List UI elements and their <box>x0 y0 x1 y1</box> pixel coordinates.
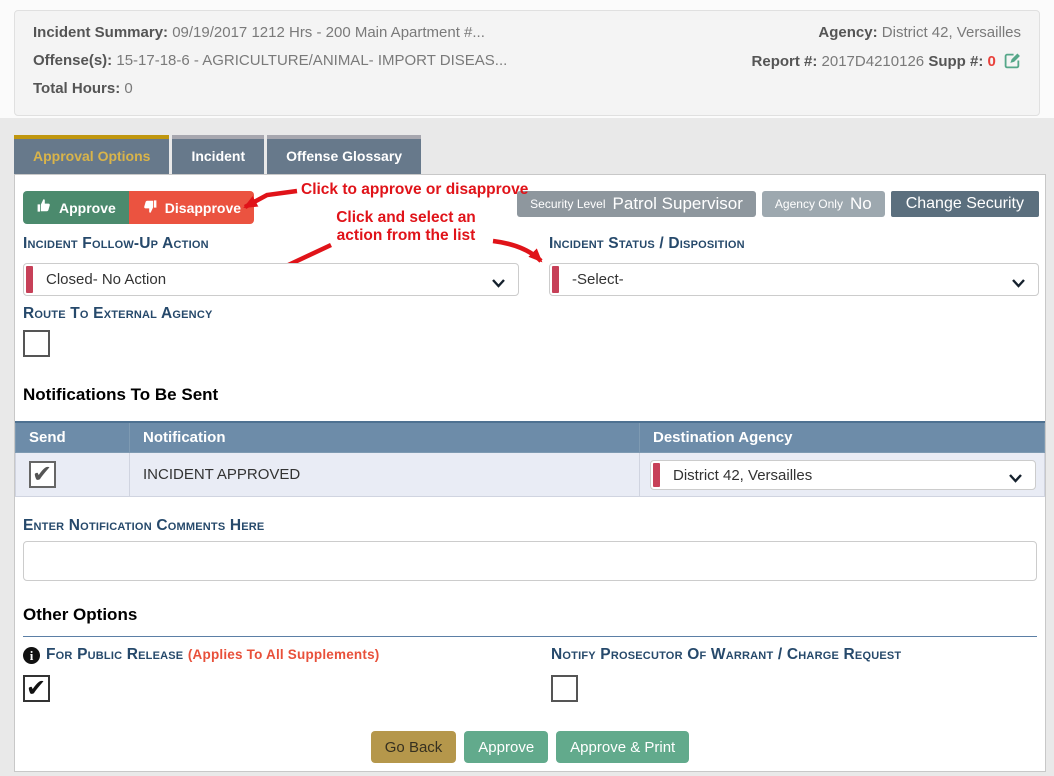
follow-up-action-label: Incident Follow-Up Action <box>23 235 209 253</box>
approval-options-panel: Approve Disapprove Security Level Patrol… <box>14 174 1046 772</box>
annotation-approve: Click to approve or disapprove <box>301 181 528 199</box>
total-hours-label: Total Hours: <box>33 80 120 97</box>
incident-status-label: Incident Status / Disposition <box>549 235 745 253</box>
notify-prosecutor-label: Notify Prosecutor Of Warrant / Charge Re… <box>551 646 901 664</box>
chevron-down-icon <box>1011 275 1026 293</box>
other-options-heading: Other Options <box>23 605 137 625</box>
approve-disapprove-group: Approve Disapprove <box>23 191 254 224</box>
disapprove-button-label: Disapprove <box>165 200 241 216</box>
change-security-label: Change Security <box>906 195 1024 213</box>
incident-status-select[interactable]: -Select- <box>549 263 1039 296</box>
incident-summary-label: Incident Summary: <box>33 24 168 41</box>
table-row: ✔ INCIDENT APPROVED District 42, Versail… <box>16 453 1045 497</box>
supp-number-value: 0 <box>987 53 995 70</box>
incident-summary-panel: Incident Summary: 09/19/2017 1212 Hrs - … <box>14 10 1040 116</box>
send-checkbox[interactable]: ✔ <box>29 461 56 488</box>
security-level-value: Patrol Supervisor <box>613 194 743 214</box>
required-field-bar <box>552 266 559 293</box>
approve-button-label: Approve <box>59 200 116 216</box>
public-release-note: (Applies To All Supplements) <box>188 647 380 662</box>
agency-label: Agency: <box>818 24 877 41</box>
notifications-heading: Notifications To Be Sent <box>23 385 218 405</box>
info-icon: i <box>23 647 40 664</box>
public-release-checkbox[interactable]: ✔ <box>23 675 50 702</box>
footer-button-bar: Go Back Approve Approve & Print <box>15 731 1045 763</box>
approve-button[interactable]: Approve <box>23 191 129 224</box>
thumbs-down-icon <box>142 198 158 217</box>
incident-summary-value: 09/19/2017 1212 Hrs - 200 Main Apartment… <box>172 24 485 41</box>
destination-agency-value: District 42, Versailles <box>673 467 812 484</box>
required-field-bar <box>26 266 33 293</box>
offenses-value: 15-17-18-6 - AGRICULTURE/ANIMAL- IMPORT … <box>116 52 507 69</box>
thumbs-up-icon <box>36 198 52 217</box>
tab-incident[interactable]: Incident <box>172 135 264 174</box>
checkmark-icon: ✔ <box>26 677 48 699</box>
security-level-badge: Security Level Patrol Supervisor <box>517 191 756 217</box>
report-number-label: Report #: <box>752 53 818 70</box>
notification-comments-label: Enter Notification Comments Here <box>23 517 264 535</box>
report-number-value: 2017D4210126 <box>822 53 925 70</box>
destination-agency-select[interactable]: District 42, Versailles <box>650 460 1036 490</box>
edit-supplement-icon[interactable] <box>1004 52 1021 73</box>
column-notification: Notification <box>130 422 640 453</box>
tab-bar: Approval Options Incident Offense Glossa… <box>0 135 1054 174</box>
total-hours-value: 0 <box>124 80 132 97</box>
table-header-row: Send Notification Destination Agency <box>16 422 1045 453</box>
route-external-label: Route To External Agency <box>23 305 213 323</box>
notification-name-cell: INCIDENT APPROVED <box>130 453 640 497</box>
agency-value: District 42, Versailles <box>882 24 1021 41</box>
route-external-checkbox[interactable]: ✔ <box>23 330 50 357</box>
disapprove-button[interactable]: Disapprove <box>129 191 254 224</box>
section-divider <box>23 636 1037 637</box>
summary-left: Incident Summary: 09/19/2017 1212 Hrs - … <box>33 24 752 102</box>
approval-toolbar: Approve Disapprove Security Level Patrol… <box>23 191 1039 224</box>
agency-only-label: Agency Only <box>775 197 843 211</box>
offenses-label: Offense(s): <box>33 52 112 69</box>
tab-approval-options[interactable]: Approval Options <box>14 135 169 174</box>
security-badges: Security Level Patrol Supervisor Agency … <box>517 191 1039 217</box>
go-back-button[interactable]: Go Back <box>371 731 457 763</box>
summary-right: Agency: District 42, Versailles Report #… <box>752 24 1021 102</box>
change-security-button[interactable]: Change Security <box>891 191 1039 217</box>
notify-prosecutor-checkbox[interactable]: ✔ <box>551 675 578 702</box>
header-zone: Incident Summary: 09/19/2017 1212 Hrs - … <box>0 0 1054 118</box>
notification-comments-input[interactable] <box>23 541 1037 581</box>
required-field-bar <box>653 463 660 487</box>
incident-approval-page: Incident Summary: 09/19/2017 1212 Hrs - … <box>0 0 1054 776</box>
approve-footer-button[interactable]: Approve <box>464 731 548 763</box>
chevron-down-icon <box>491 275 506 293</box>
approve-print-button[interactable]: Approve & Print <box>556 731 689 763</box>
column-send: Send <box>16 422 130 453</box>
follow-up-action-value: Closed- No Action <box>46 271 166 288</box>
annotation-select-action: Click and select an action from the list <box>320 209 492 245</box>
agency-only-value: No <box>850 194 872 214</box>
checkmark-icon: ✔ <box>32 463 54 485</box>
column-destination: Destination Agency <box>640 422 1045 453</box>
security-level-label: Security Level <box>530 197 605 211</box>
incident-status-value: -Select- <box>572 271 624 288</box>
public-release-label: For Public Release (Applies To All Suppl… <box>46 646 379 664</box>
agency-only-badge: Agency Only No <box>762 191 885 217</box>
supp-number-label: Supp #: <box>928 53 983 70</box>
follow-up-action-select[interactable]: Closed- No Action <box>23 263 519 296</box>
notifications-table: Send Notification Destination Agency ✔ I… <box>15 421 1045 497</box>
tab-offense-glossary[interactable]: Offense Glossary <box>267 135 421 174</box>
chevron-down-icon <box>1008 470 1023 487</box>
